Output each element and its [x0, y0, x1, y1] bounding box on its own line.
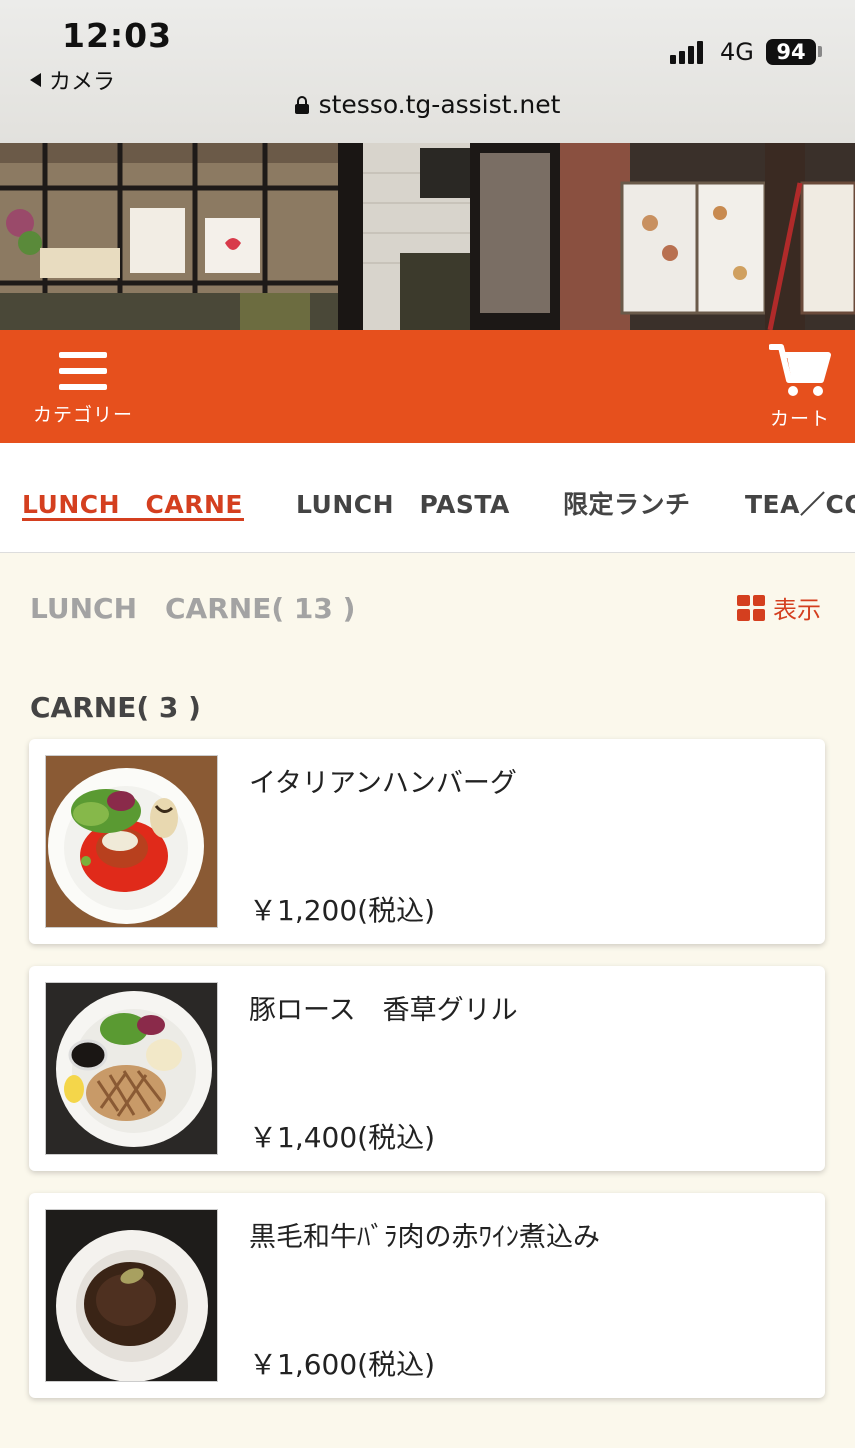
menu-item-photo	[45, 1209, 218, 1382]
lock-icon	[294, 96, 309, 114]
menu-item-name: 黒毛和牛ﾊﾞﾗ肉の赤ﾜｲﾝ煮込み	[249, 1222, 600, 1253]
app-header: カテゴリー カート	[0, 330, 855, 443]
battery-icon: 94	[766, 39, 816, 65]
subcategory-title: CARNE( 3 )	[30, 691, 201, 724]
tab-lunch-carne[interactable]: LUNCH CARNE	[22, 485, 243, 521]
back-arrow-icon	[30, 73, 41, 87]
view-toggle-label: 表示	[773, 596, 821, 624]
tab-tea-coffee[interactable]: TEA／CO	[745, 485, 855, 521]
category-menu-button[interactable]: カテゴリー	[28, 348, 138, 432]
menu-item-card[interactable]: イタリアンハンバーグ ￥1,200(税込)	[29, 739, 825, 944]
menu-item-name: イタリアンハンバーグ	[249, 768, 517, 799]
status-bar: 12:03 カメラ 4G 94 stesso.tg-assist.net	[0, 0, 855, 143]
network-type: 4G	[720, 38, 754, 66]
menu-item-price: ￥1,600(税込)	[249, 1348, 436, 1381]
battery-nub	[818, 46, 822, 57]
menu-item-card[interactable]: 黒毛和牛ﾊﾞﾗ肉の赤ﾜｲﾝ煮込み ￥1,600(税込)	[29, 1193, 825, 1398]
menu-item-name: 豚ロース 香草グリル	[249, 995, 518, 1026]
view-toggle-button[interactable]: 表示	[737, 590, 821, 625]
cart-button[interactable]: カート	[760, 342, 840, 432]
url-text: stesso.tg-assist.net	[318, 90, 561, 119]
active-tab-indicator	[22, 518, 244, 521]
signal-icon	[670, 40, 703, 64]
hamburger-icon	[59, 352, 107, 390]
tab-limited-lunch[interactable]: 限定ランチ	[563, 485, 691, 521]
cart-icon	[768, 344, 831, 396]
menu-item-price: ￥1,200(税込)	[249, 894, 436, 927]
grid-view-icon	[737, 594, 765, 621]
category-menu-label: カテゴリー	[32, 404, 133, 426]
cart-label: カート	[769, 408, 830, 430]
status-time: 12:03	[62, 16, 173, 55]
menu-item-card[interactable]: 豚ロース 香草グリル ￥1,400(税込)	[29, 966, 825, 1171]
category-tabs: LUNCH CARNE LUNCH PASTA 限定ランチ TEA／CO	[0, 443, 855, 553]
tab-lunch-pasta[interactable]: LUNCH PASTA	[296, 485, 510, 521]
menu-item-price: ￥1,400(税込)	[249, 1121, 436, 1154]
storefront-photo	[0, 143, 855, 330]
address-bar[interactable]: stesso.tg-assist.net	[0, 90, 855, 119]
menu-item-photo	[45, 982, 218, 1155]
menu-item-photo	[45, 755, 218, 928]
category-title: LUNCH CARNE( 13 )	[30, 592, 356, 625]
